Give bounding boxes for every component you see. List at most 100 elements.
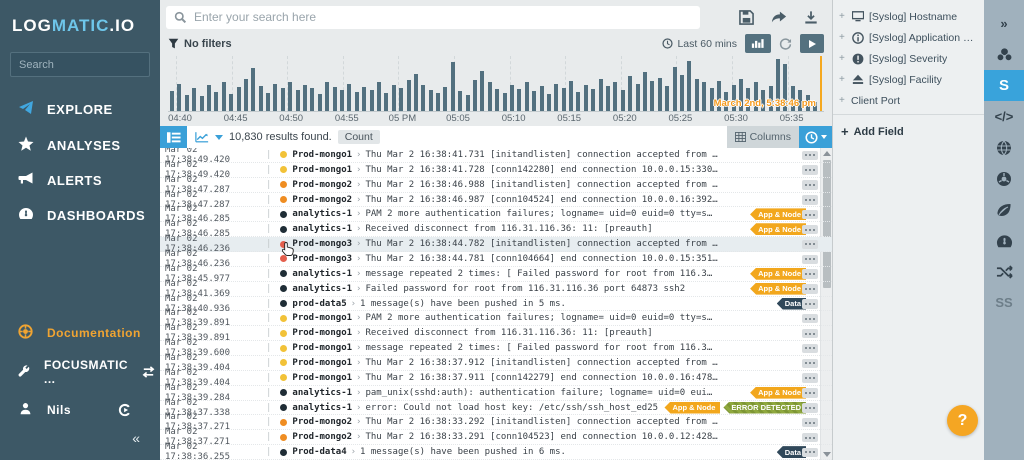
row-more-button[interactable] <box>802 359 818 369</box>
plus-icon[interactable]: + <box>839 74 846 85</box>
histogram-bar[interactable] <box>296 90 300 111</box>
row-more-button[interactable] <box>802 165 818 175</box>
row-more-button[interactable] <box>802 433 818 443</box>
histogram-bar[interactable] <box>569 81 573 111</box>
sidebar-item-explore[interactable]: EXPLORE <box>0 91 160 127</box>
histogram-bar[interactable] <box>325 82 329 111</box>
count-metric-badge[interactable]: Count <box>338 130 380 144</box>
chart-line-icon[interactable] <box>195 131 209 143</box>
histogram-bar[interactable] <box>628 76 632 111</box>
histogram-bar[interactable] <box>207 85 211 111</box>
service-name[interactable]: Prod-data4 <box>292 447 346 457</box>
histogram-bar[interactable] <box>177 84 181 111</box>
histogram-bar[interactable] <box>473 80 477 111</box>
save-icon[interactable] <box>739 10 754 25</box>
field-item--syslog-application-n-[interactable]: +[Syslog] Application N... <box>833 27 984 48</box>
histogram-bar[interactable] <box>222 82 226 111</box>
sidebar-item-documentation[interactable]: Documentation <box>0 316 160 350</box>
histogram-bar[interactable] <box>636 84 640 111</box>
row-more-button[interactable] <box>802 225 818 235</box>
plus-icon[interactable]: + <box>839 11 846 22</box>
rail-item-source-shuffle-icon[interactable] <box>984 256 1024 287</box>
live-tail-play-button[interactable] <box>800 34 824 53</box>
histogram-bar[interactable] <box>599 79 603 111</box>
field-item-client-port[interactable]: +Client Port <box>833 90 984 111</box>
row-more-button[interactable] <box>802 180 818 190</box>
histogram-bar[interactable] <box>687 61 691 111</box>
histogram-bar[interactable] <box>303 85 307 111</box>
row-more-button[interactable] <box>802 210 818 220</box>
log-row[interactable]: Mar 02 17:38:36.255|Prod-data4›1 message… <box>160 445 832 460</box>
sidebar-item-analyses[interactable]: ANALYSES <box>0 127 160 163</box>
sidebar-search[interactable] <box>10 52 150 77</box>
row-more-button[interactable] <box>802 151 818 161</box>
rail-item-source-ss[interactable]: SS <box>984 287 1024 318</box>
histogram-bar[interactable] <box>384 93 388 111</box>
histogram-bar[interactable] <box>525 82 529 111</box>
histogram-bar[interactable] <box>606 86 610 111</box>
histogram-bar[interactable] <box>665 86 669 111</box>
sidebar-item-dashboards[interactable]: DASHBOARDS <box>0 198 160 233</box>
history-dropdown-button[interactable] <box>799 126 832 148</box>
histogram-bar[interactable] <box>613 82 617 111</box>
service-name[interactable]: Prod-mongo1 <box>292 150 352 160</box>
histogram-bar[interactable] <box>362 87 366 111</box>
row-more-button[interactable] <box>802 240 818 250</box>
sidebar-item-alerts[interactable]: ALERTS <box>0 163 160 198</box>
histogram-bar[interactable] <box>377 82 381 111</box>
service-name[interactable]: Prod-mongo3 <box>292 254 352 264</box>
histogram-bar[interactable] <box>399 88 403 111</box>
histogram-bar[interactable] <box>170 91 174 111</box>
histogram-bar[interactable] <box>281 88 285 111</box>
histogram-bar[interactable] <box>347 84 351 111</box>
field-item--syslog-facility[interactable]: +[Syslog] Facility <box>833 69 984 90</box>
table-view-toggle-button[interactable] <box>160 126 187 148</box>
service-name[interactable]: Prod-mongo2 <box>292 432 352 442</box>
histogram-bar[interactable] <box>451 62 455 111</box>
histogram-bar[interactable] <box>650 81 654 111</box>
histogram-bar[interactable] <box>576 92 580 111</box>
main-search-input[interactable] <box>194 10 692 24</box>
service-name[interactable]: analytics-1 <box>292 224 352 234</box>
histogram-bar[interactable] <box>355 92 359 111</box>
row-more-button[interactable] <box>802 255 818 265</box>
histogram-bar[interactable] <box>318 94 322 111</box>
rail-item-source-syslog[interactable]: S <box>984 70 1024 101</box>
histogram-bar[interactable] <box>251 68 255 111</box>
histogram-bar[interactable] <box>421 85 425 111</box>
no-filters[interactable]: No filters <box>168 38 232 50</box>
histogram-bar[interactable] <box>414 74 418 111</box>
rail-item-source-gauge-icon[interactable] <box>984 225 1024 256</box>
histogram-bar[interactable] <box>192 88 196 111</box>
main-search[interactable] <box>166 6 700 29</box>
chart-type-caret-icon[interactable] <box>215 135 223 140</box>
histogram-bar[interactable] <box>643 72 647 111</box>
histogram-bar[interactable] <box>466 95 470 111</box>
rail-item-source-gear-icon[interactable] <box>984 163 1024 194</box>
histogram-bar[interactable] <box>562 88 566 111</box>
histogram-bar[interactable] <box>266 93 270 111</box>
time-range-selector[interactable]: Last 60 mins <box>662 38 737 50</box>
row-more-button[interactable] <box>802 269 818 279</box>
download-icon[interactable] <box>804 10 818 25</box>
add-field-button[interactable]: + Add Field <box>833 118 984 145</box>
service-name[interactable]: analytics-1 <box>292 403 352 413</box>
sidebar-item-user[interactable]: Nils <box>0 394 160 426</box>
help-button[interactable]: ? <box>947 405 978 436</box>
histogram-bar[interactable] <box>370 90 374 111</box>
service-name[interactable]: Prod-mongo1 <box>292 373 352 383</box>
histogram-bar[interactable] <box>702 82 706 111</box>
service-name[interactable]: analytics-1 <box>292 284 352 294</box>
histogram-bar[interactable] <box>517 89 521 111</box>
row-more-button[interactable] <box>802 195 818 205</box>
histogram-bar[interactable] <box>510 85 514 111</box>
rail-item-assets-icon[interactable] <box>984 39 1024 70</box>
histogram-bar[interactable] <box>436 93 440 111</box>
histogram-bar[interactable] <box>237 87 241 111</box>
rail-item-source-code[interactable]: </> <box>984 101 1024 132</box>
histogram-bar[interactable] <box>429 90 433 111</box>
histogram-bar[interactable] <box>340 90 344 111</box>
row-more-button[interactable] <box>802 329 818 339</box>
service-name[interactable]: Prod-mongo1 <box>292 313 352 323</box>
histogram-bar[interactable] <box>333 87 337 111</box>
